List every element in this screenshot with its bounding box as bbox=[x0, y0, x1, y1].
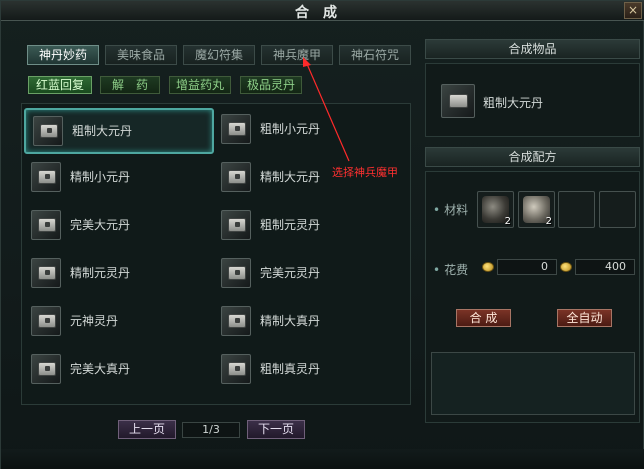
result-header: 合成物品 bbox=[425, 39, 640, 59]
list-item[interactable]: 精制大真丹 bbox=[214, 300, 404, 346]
subtab-zengyi-yaowan[interactable]: 增益药丸 bbox=[169, 76, 231, 94]
pill-box-icon bbox=[221, 354, 251, 384]
annotation-text: 选择神兵魔甲 bbox=[332, 166, 398, 179]
silver-coin-icon bbox=[560, 262, 572, 272]
cost-label: • 花费 bbox=[433, 261, 468, 278]
pill-box-icon bbox=[221, 210, 251, 240]
item-label: 粗制小元丹 bbox=[260, 122, 321, 136]
list-item[interactable]: 精制元灵丹 bbox=[24, 252, 214, 298]
title-bar[interactable]: 合成 × bbox=[1, 1, 644, 21]
craft-log bbox=[431, 352, 635, 415]
tab-shenshi-fuzhou[interactable]: 神石符咒 bbox=[339, 45, 411, 65]
subtab-jipin-lingdan[interactable]: 极品灵丹 bbox=[240, 76, 302, 94]
tab-mohuan-fuji[interactable]: 魔幻符集 bbox=[183, 45, 255, 65]
window-title: 合成 bbox=[295, 5, 351, 21]
pill-box-icon[interactable] bbox=[441, 84, 475, 118]
tab-shendan-miaoyao[interactable]: 神丹妙药 bbox=[27, 45, 99, 65]
material-slot[interactable]: 2 bbox=[477, 191, 514, 228]
list-item[interactable]: 完美元灵丹 bbox=[214, 252, 404, 298]
auto-craft-button[interactable]: 全自动 bbox=[557, 309, 612, 327]
item-label: 完美大元丹 bbox=[70, 218, 131, 232]
gold-cost: 0 bbox=[497, 259, 557, 275]
pill-box-icon bbox=[33, 116, 63, 146]
close-button[interactable]: × bbox=[624, 2, 642, 19]
item-label: 精制大元丹 bbox=[260, 170, 321, 184]
pill-box-icon bbox=[31, 258, 61, 288]
item-label: 精制元灵丹 bbox=[70, 266, 131, 280]
subtab-jieyao[interactable]: 解 药 bbox=[100, 76, 160, 94]
material-slot-empty[interactable] bbox=[599, 191, 636, 228]
list-item[interactable]: 粗制元灵丹 bbox=[214, 204, 404, 250]
list-item[interactable]: 完美大元丹 bbox=[24, 204, 214, 250]
window-footer bbox=[1, 449, 644, 469]
cost-label-text: 花费 bbox=[444, 263, 469, 277]
list-item[interactable]: 完美大真丹 bbox=[24, 348, 214, 394]
materials-label: • 材料 bbox=[433, 201, 468, 218]
gold-coin-icon bbox=[482, 262, 494, 272]
pill-box-icon bbox=[221, 114, 251, 144]
item-label: 粗制大元丹 bbox=[72, 124, 133, 138]
item-label: 完美大真丹 bbox=[70, 362, 131, 376]
prev-page-button[interactable]: 上一页 bbox=[118, 420, 176, 439]
pill-box-icon bbox=[31, 354, 61, 384]
list-item[interactable]: 精制小元丹 bbox=[24, 156, 214, 202]
crafting-window: 合成 × 神丹妙药 美味食品 魔幻符集 神兵魔甲 神石符咒 红蓝回复 解 药 增… bbox=[0, 0, 644, 469]
pill-box-icon bbox=[31, 210, 61, 240]
item-label: 精制小元丹 bbox=[70, 170, 131, 184]
item-label: 粗制元灵丹 bbox=[260, 218, 321, 232]
item-label: 完美元灵丹 bbox=[260, 266, 321, 280]
material-slot[interactable]: 2 bbox=[518, 191, 555, 228]
next-page-button[interactable]: 下一页 bbox=[247, 420, 305, 439]
list-item[interactable]: 元神灵丹 bbox=[24, 300, 214, 346]
craft-button[interactable]: 合 成 bbox=[456, 309, 511, 327]
item-label: 元神灵丹 bbox=[70, 314, 119, 328]
result-item-label: 粗制大元丹 bbox=[483, 96, 544, 110]
pill-box-icon bbox=[31, 306, 61, 336]
bullet-icon: • bbox=[433, 263, 441, 277]
pill-box-icon bbox=[221, 162, 251, 192]
item-label: 精制大真丹 bbox=[260, 314, 321, 328]
list-item[interactable]: 粗制大元丹 bbox=[24, 108, 214, 154]
pill-box-icon bbox=[221, 258, 251, 288]
list-item[interactable]: 粗制小元丹 bbox=[214, 108, 404, 154]
pill-box-icon bbox=[31, 162, 61, 192]
material-slot-empty[interactable] bbox=[558, 191, 595, 228]
page-indicator: 1/3 bbox=[182, 422, 240, 438]
bullet-icon: • bbox=[433, 203, 441, 217]
silver-cost: 400 bbox=[575, 259, 635, 275]
material-qty: 2 bbox=[504, 216, 511, 227]
material-qty: 2 bbox=[545, 216, 552, 227]
tab-shenbing-mojia[interactable]: 神兵魔甲 bbox=[261, 45, 333, 65]
list-item[interactable]: 粗制真灵丹 bbox=[214, 348, 404, 394]
pill-box-icon bbox=[221, 306, 251, 336]
subtab-honglan-huifu[interactable]: 红蓝回复 bbox=[28, 76, 92, 94]
tab-meiwei-shipin[interactable]: 美味食品 bbox=[105, 45, 177, 65]
materials-label-text: 材料 bbox=[444, 203, 469, 217]
recipe-header: 合成配方 bbox=[425, 147, 640, 167]
item-label: 粗制真灵丹 bbox=[260, 362, 321, 376]
